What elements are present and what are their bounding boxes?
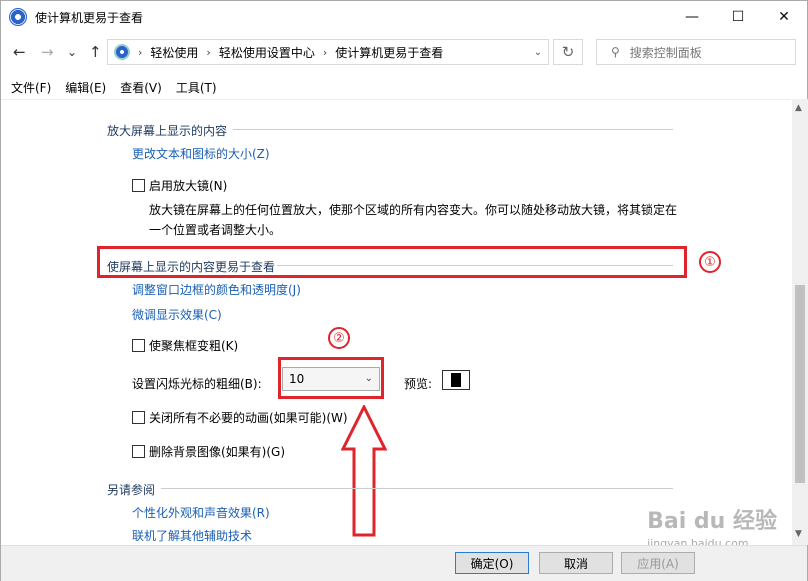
refresh-icon: ↻ (561, 43, 575, 61)
apply-button[interactable]: 应用(A) (621, 552, 695, 574)
cursor-preview-caret (451, 373, 461, 387)
annotation-up-arrow (341, 405, 387, 537)
cursor-thickness-select[interactable]: 10 ⌄ (282, 367, 380, 391)
breadcrumb-separator-icon: › (206, 45, 211, 59)
menu-bar: 文件(F) 编辑(E) 查看(V) 工具(T) (1, 79, 221, 97)
menu-file[interactable]: 文件(F) (11, 79, 51, 97)
magnifier-description-line: 一个位置或者调整大小。 (149, 223, 282, 237)
forward-arrow-icon[interactable]: → (41, 43, 54, 61)
address-dropdown-chevron-icon[interactable]: ⌄ (526, 40, 550, 64)
baidu-jingyan-watermark: Bai du 经验 jingyan.baidu.com (647, 503, 777, 550)
cursor-thickness-value: 10 (289, 372, 305, 386)
breadcrumb-item-ease-of-access[interactable]: 轻松使用 (150, 44, 198, 61)
section-heading-text: 放大屏幕上显示的内容 (107, 124, 228, 138)
thicker-focus-checkbox-row[interactable]: 使聚焦框变粗(K) (132, 337, 238, 354)
scrollbar-thumb[interactable] (795, 285, 805, 483)
personalization-link[interactable]: 个性化外观和声音效果(R) (132, 504, 270, 521)
breadcrumb-separator-icon: › (322, 45, 328, 59)
content-pane: 放大屏幕上显示的内容 更改文本和图标的大小(Z) 启用放大镜(N) 放大镜在屏幕… (1, 99, 791, 545)
search-input[interactable]: 搜索控制面板 (630, 44, 702, 61)
chevron-down-icon: ⌄ (364, 373, 373, 384)
thicker-focus-label: 使聚焦框变粗(K) (149, 339, 239, 353)
window-title: 使计算机更易于查看 (35, 10, 144, 25)
menu-view[interactable]: 查看(V) (120, 79, 162, 97)
section-heading-text: 另请参阅 (107, 483, 156, 497)
maximize-button[interactable]: ☐ (715, 1, 761, 33)
search-box[interactable]: ⚲ 搜索控制面板 (596, 39, 796, 65)
menu-tools[interactable]: 工具(T) (176, 79, 217, 97)
enable-magnifier-checkbox-row[interactable]: 启用放大镜(N) (132, 177, 227, 194)
watermark-brand: Bai du 经验 (647, 509, 777, 534)
remove-background-checkbox[interactable] (132, 445, 145, 458)
back-arrow-icon[interactable]: ← (13, 43, 26, 61)
recent-locations-chevron-icon[interactable]: ⌄ (67, 45, 77, 59)
dialog-button-bar: 确定(O) 取消 应用(A) (1, 545, 807, 581)
search-icon: ⚲ (611, 45, 620, 59)
section-heading-magnify: 放大屏幕上显示的内容 (107, 122, 227, 139)
refresh-button[interactable]: ↻ (553, 39, 583, 65)
cursor-preview-label: 预览: (404, 377, 433, 391)
magnifier-description: 放大镜在屏幕上的任何位置放大，使那个区域的所有内容变大。你可以随处移动放大镜，将… (149, 200, 689, 240)
remove-background-label: 删除背景图像(如果有)(G) (149, 445, 286, 459)
disable-animations-checkbox[interactable] (132, 411, 145, 424)
magnifier-description-line: 放大镜在屏幕上的任何位置放大，使那个区域的所有内容变大。你可以随处移动放大镜，将… (149, 203, 678, 217)
fine-tune-display-link[interactable]: 微调显示效果(C) (132, 306, 222, 323)
cursor-preview-box (442, 370, 470, 390)
breadcrumb-item-current[interactable]: 使计算机更易于查看 (335, 44, 443, 61)
menu-edit[interactable]: 编辑(E) (65, 79, 106, 97)
section-divider (233, 129, 673, 130)
enable-magnifier-checkbox[interactable] (132, 179, 145, 192)
minimize-button[interactable]: — (669, 1, 715, 33)
annotation-marker-2: ② (328, 327, 350, 349)
scroll-up-arrow-icon[interactable]: ▲ (795, 103, 802, 113)
disable-animations-checkbox-row[interactable]: 关闭所有不必要的动画(如果可能)(W) (132, 409, 348, 426)
cursor-thickness-label: 设置闪烁光标的粗细(B): (132, 377, 262, 391)
ease-of-access-icon (9, 8, 27, 26)
vertical-scrollbar[interactable]: ▲ ▼ (792, 99, 808, 545)
title-bar: 使计算机更易于查看 — ☐ ✕ (1, 1, 807, 33)
ok-button[interactable]: 确定(O) (455, 552, 529, 574)
window-controls: — ☐ ✕ (669, 1, 807, 33)
change-text-icon-size-link[interactable]: 更改文本和图标的大小(Z) (132, 145, 270, 162)
annotation-marker-1: ① (699, 251, 721, 273)
adjust-window-border-link[interactable]: 调整窗口边框的颜色和透明度(J) (132, 281, 301, 298)
thicker-focus-checkbox[interactable] (132, 339, 145, 352)
breadcrumb-separator-icon: › (138, 45, 143, 59)
remove-background-checkbox-row[interactable]: 删除背景图像(如果有)(G) (132, 443, 285, 460)
up-arrow-icon[interactable]: ↑ (89, 43, 102, 61)
breadcrumb-item-ease-center[interactable]: 轻松使用设置中心 (219, 44, 315, 61)
control-panel-window: 使计算机更易于查看 — ☐ ✕ ← → ⌄ ↑ › 轻松使用 › 轻松使用设置中… (0, 0, 808, 581)
disable-animations-label: 关闭所有不必要的动画(如果可能)(W) (149, 411, 348, 425)
scroll-down-arrow-icon[interactable]: ▼ (795, 529, 802, 539)
close-button[interactable]: ✕ (761, 1, 807, 33)
section-heading-see-also: 另请参阅 (107, 481, 155, 498)
learn-assistive-tech-link[interactable]: 联机了解其他辅助技术 (132, 527, 252, 544)
enable-magnifier-label: 启用放大镜(N) (149, 179, 228, 193)
navigation-bar: ← → ⌄ ↑ › 轻松使用 › 轻松使用设置中心 › 使计算机更易于查看 ⌄ … (1, 33, 807, 71)
section-divider (161, 488, 673, 489)
annotation-highlight-box-1 (97, 246, 687, 278)
cancel-button[interactable]: 取消 (539, 552, 613, 574)
address-bar[interactable]: › 轻松使用 › 轻松使用设置中心 › 使计算机更易于查看 ⌄ (107, 39, 549, 65)
control-panel-icon (114, 44, 130, 60)
